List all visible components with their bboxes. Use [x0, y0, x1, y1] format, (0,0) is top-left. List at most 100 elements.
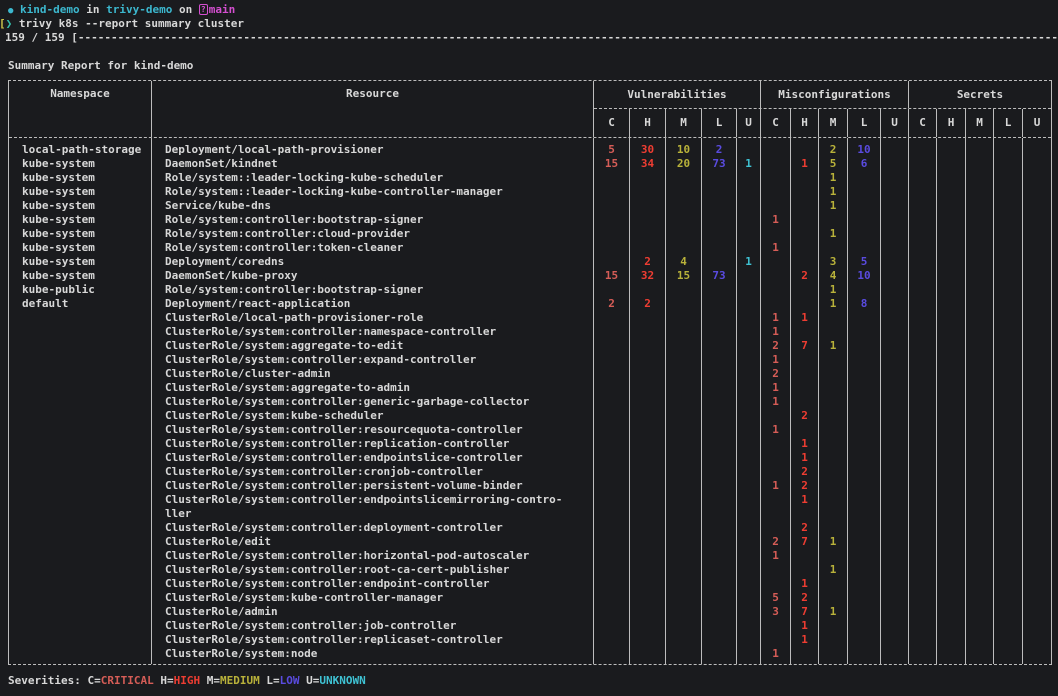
resource-cell: Service/kube-dns [152, 199, 594, 213]
count-cell [791, 185, 819, 199]
count-cell [937, 157, 966, 171]
count-cell [666, 591, 702, 605]
count-cell [848, 479, 881, 493]
count-cell [1023, 451, 1051, 465]
count-cell [909, 661, 937, 664]
git-branch-icon: ? [199, 4, 208, 15]
resource-cell: ClusterRole/system:controller:generic-ga… [152, 395, 594, 409]
table-row: kube-systemRole/system:controller:cloud-… [9, 227, 1051, 241]
count-cell [819, 647, 848, 661]
severity-letter-H: H [937, 109, 966, 137]
report-title: Summary Report for kind-demo [8, 59, 1058, 73]
count-cell [819, 367, 848, 381]
resource-cell: ClusterRole/system:controller:horizontal… [152, 549, 594, 563]
count-cell [1023, 311, 1051, 325]
count-cell [702, 493, 737, 521]
count-cell [909, 255, 937, 269]
count-cell [881, 297, 909, 311]
count-cell: 2 [791, 409, 819, 423]
count-cell: 15 [594, 157, 630, 171]
count-cell [994, 367, 1023, 381]
count-cell [966, 563, 994, 577]
count-cell [994, 325, 1023, 339]
namespace-cell [9, 619, 152, 633]
count-cell [702, 297, 737, 311]
table-row: ClusterRole/system:controller:endpoint-c… [9, 577, 1051, 591]
count-cell [1023, 255, 1051, 269]
count-cell [994, 157, 1023, 171]
count-cell [966, 591, 994, 605]
count-cell [702, 535, 737, 549]
count-cell [881, 255, 909, 269]
count-cell: 1 [761, 353, 791, 367]
count-cell [994, 269, 1023, 283]
count-cell: 32 [630, 269, 666, 283]
count-cell [848, 325, 881, 339]
count-cell [737, 339, 761, 353]
count-cell [630, 563, 666, 577]
on-word: on [179, 3, 192, 16]
count-cell: 1 [819, 535, 848, 549]
count-cell [881, 619, 909, 633]
low-label: LOW [280, 674, 300, 687]
count-cell [848, 563, 881, 577]
count-cell [761, 283, 791, 297]
count-cell [666, 241, 702, 255]
count-cell [937, 269, 966, 283]
count-cell [881, 577, 909, 591]
table-row: kube-systemRole/system::leader-locking-k… [9, 171, 1051, 185]
count-cell [966, 549, 994, 563]
count-cell [594, 661, 630, 664]
count-cell [881, 647, 909, 661]
count-cell [630, 241, 666, 255]
progress-line: 159 / 159 [-----------------------------… [5, 31, 1058, 45]
count-cell [909, 437, 937, 451]
count-cell [1023, 395, 1051, 409]
summary-table: NamespaceResourceVulnerabilitiesMisconfi… [8, 80, 1052, 665]
count-cell: 73 [702, 157, 737, 171]
count-cell [881, 171, 909, 185]
count-cell [909, 577, 937, 591]
count-cell [937, 437, 966, 451]
count-cell [594, 465, 630, 479]
count-cell [937, 423, 966, 437]
table-row: ClusterRole/system:node1 [9, 647, 1051, 661]
count-cell [966, 605, 994, 619]
count-cell [881, 661, 909, 664]
namespace-cell [9, 423, 152, 437]
count-cell [819, 325, 848, 339]
count-cell: 1 [761, 381, 791, 395]
table-row: ClusterRole/system:controller:horizontal… [9, 549, 1051, 563]
count-cell [937, 563, 966, 577]
count-cell [630, 409, 666, 423]
count-cell [702, 591, 737, 605]
count-cell [848, 367, 881, 381]
severity-letter-L: L [848, 109, 881, 137]
count-cell [791, 143, 819, 157]
count-cell [966, 493, 994, 521]
count-cell [737, 367, 761, 381]
count-cell [966, 241, 994, 255]
count-cell [702, 283, 737, 297]
count-cell [937, 493, 966, 521]
count-cell [848, 409, 881, 423]
count-cell [702, 479, 737, 493]
count-cell [881, 563, 909, 577]
count-cell [966, 661, 994, 664]
count-cell [594, 647, 630, 661]
count-cell [630, 353, 666, 367]
count-cell [737, 395, 761, 409]
count-cell [761, 227, 791, 241]
count-cell [994, 493, 1023, 521]
git-branch-name: main [209, 3, 236, 16]
count-cell [881, 311, 909, 325]
count-cell: 5 [594, 143, 630, 157]
count-cell [594, 325, 630, 339]
count-cell [702, 227, 737, 241]
count-cell [594, 591, 630, 605]
count-cell [909, 143, 937, 157]
terminal-output[interactable]: ● kind-demo in trivy-demo on ?main [❯ tr… [0, 0, 1058, 73]
count-cell [761, 577, 791, 591]
count-cell [937, 395, 966, 409]
count-cell: 1 [791, 633, 819, 647]
